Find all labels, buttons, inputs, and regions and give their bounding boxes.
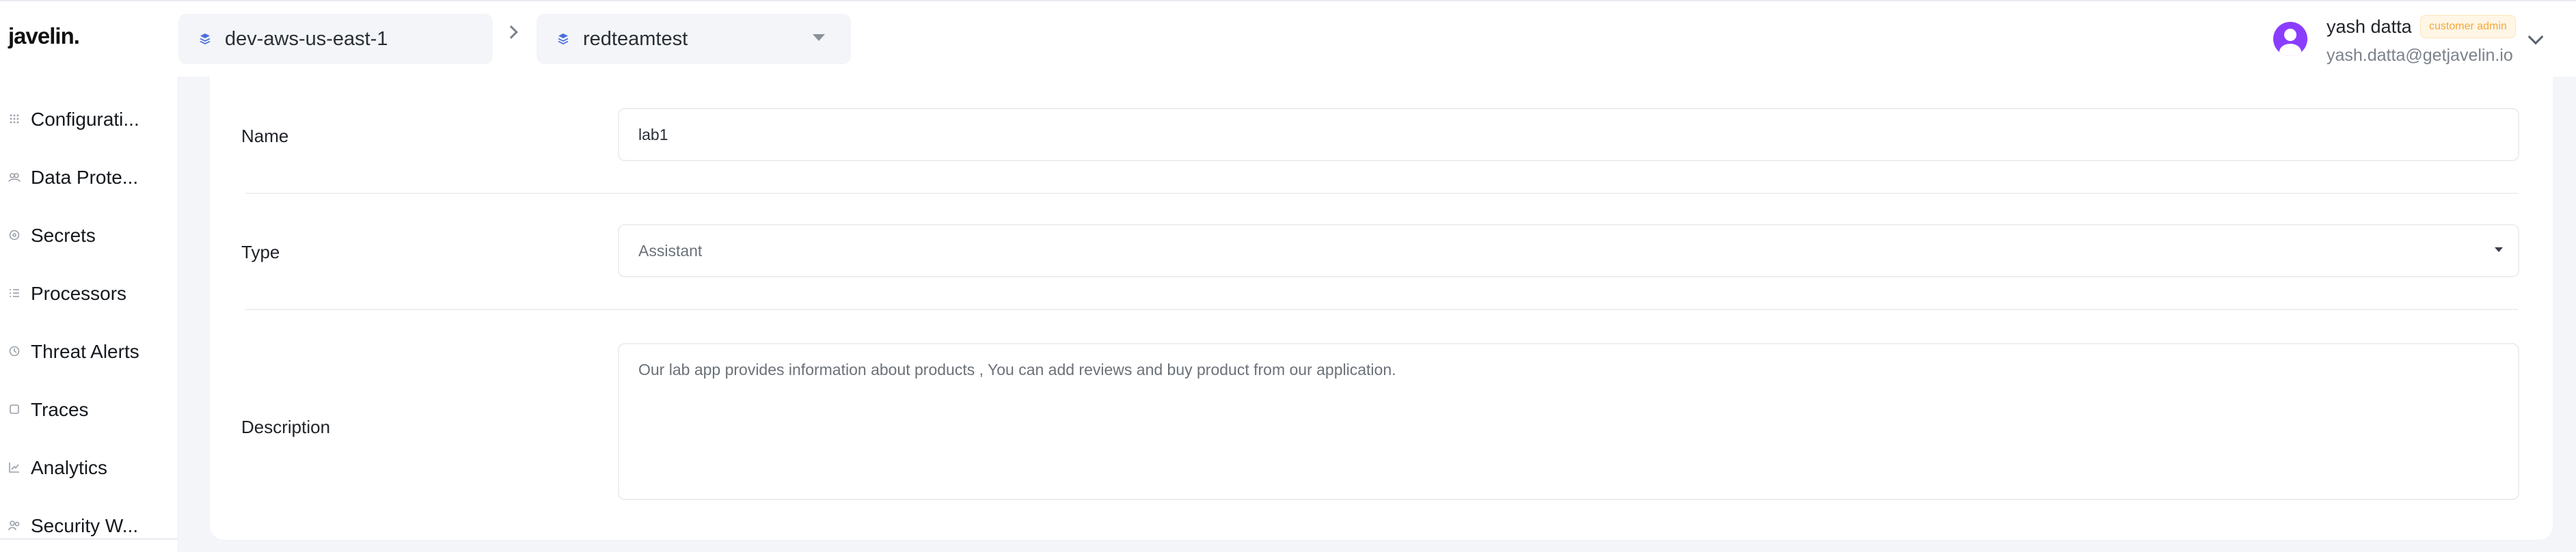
app-logo[interactable]: javelin. — [8, 23, 80, 49]
avatar-head — [2284, 29, 2296, 41]
database-icon — [557, 32, 569, 46]
name-label: Name — [241, 126, 289, 146]
sidebar-item-label: Analytics — [31, 457, 108, 478]
row-divider — [245, 309, 2518, 310]
sidebar-item-analytics[interactable]: Analytics — [0, 447, 178, 488]
type-row: Type Assistant — [210, 224, 2553, 277]
sidebar-item-label: Data Prote... — [31, 167, 139, 188]
sidebar-item-secrets[interactable]: Secrets — [0, 215, 178, 256]
database-icon — [199, 32, 211, 46]
user-email: yash.datta@getjavelin.io — [2327, 46, 2513, 65]
chevron-down-icon[interactable] — [2527, 29, 2544, 45]
avatar[interactable] — [2273, 22, 2307, 56]
chevron-right-icon — [504, 25, 518, 39]
environment-selector[interactable]: dev-aws-us-east-1 — [178, 14, 493, 64]
type-value: Assistant — [638, 242, 703, 260]
square-icon — [8, 404, 21, 416]
description-label: Description — [241, 417, 331, 437]
top-header: javelin. dev-aws-us-east-1 redteamtest y… — [0, 0, 2576, 77]
alert-clock-icon — [8, 346, 21, 358]
app-root: javelin. dev-aws-us-east-1 redteamtest y… — [0, 0, 2576, 552]
sidebar: Configurati... Data Prote... Secrets Pro… — [0, 77, 178, 552]
sidebar-item-configuration[interactable]: Configurati... — [0, 99, 178, 140]
description-value: Our lab app provides information about p… — [638, 361, 1396, 378]
role-badge: customer admin — [2420, 15, 2516, 38]
type-label: Type — [241, 242, 280, 262]
sidebar-item-label: Secrets — [31, 225, 96, 246]
chart-icon — [8, 462, 21, 474]
key-circle-icon — [8, 230, 21, 242]
sidebar-item-label: Processors — [31, 283, 127, 304]
user-name: yash datta — [2327, 16, 2412, 37]
avatar-body — [2279, 44, 2301, 56]
list-icon — [8, 288, 21, 300]
sidebar-divider — [0, 538, 178, 540]
project-selector[interactable]: redteamtest — [537, 14, 851, 64]
name-row: Name lab1 — [210, 108, 2553, 161]
row-divider — [245, 193, 2518, 194]
users-icon — [8, 520, 21, 532]
caret-down-icon[interactable] — [813, 34, 825, 41]
sidebar-item-processors[interactable]: Processors — [0, 273, 178, 314]
application-form-card: Name lab1 Type Assistant Description Our… — [210, 77, 2553, 540]
environment-label: dev-aws-us-east-1 — [225, 27, 388, 50]
grid-icon — [8, 113, 21, 126]
caret-down-icon — [2495, 247, 2503, 252]
shield-people-icon — [8, 171, 21, 184]
name-value: lab1 — [638, 126, 668, 143]
project-label: redteamtest — [583, 27, 688, 50]
sidebar-item-label: Configurati... — [31, 109, 139, 130]
sidebar-item-security-workspace[interactable]: Security W... — [0, 506, 178, 547]
sidebar-item-data-protection[interactable]: Data Prote... — [0, 157, 178, 198]
sidebar-item-label: Security W... — [31, 515, 139, 536]
description-row: Description Our lab app provides informa… — [210, 343, 2553, 500]
sidebar-item-threat-alerts[interactable]: Threat Alerts — [0, 331, 178, 372]
type-select[interactable]: Assistant — [618, 224, 2519, 277]
sidebar-item-label: Threat Alerts — [31, 341, 139, 362]
description-textarea[interactable]: Our lab app provides information about p… — [618, 343, 2519, 500]
sidebar-item-traces[interactable]: Traces — [0, 389, 178, 430]
name-input[interactable]: lab1 — [618, 108, 2519, 161]
sidebar-item-label: Traces — [31, 399, 89, 420]
